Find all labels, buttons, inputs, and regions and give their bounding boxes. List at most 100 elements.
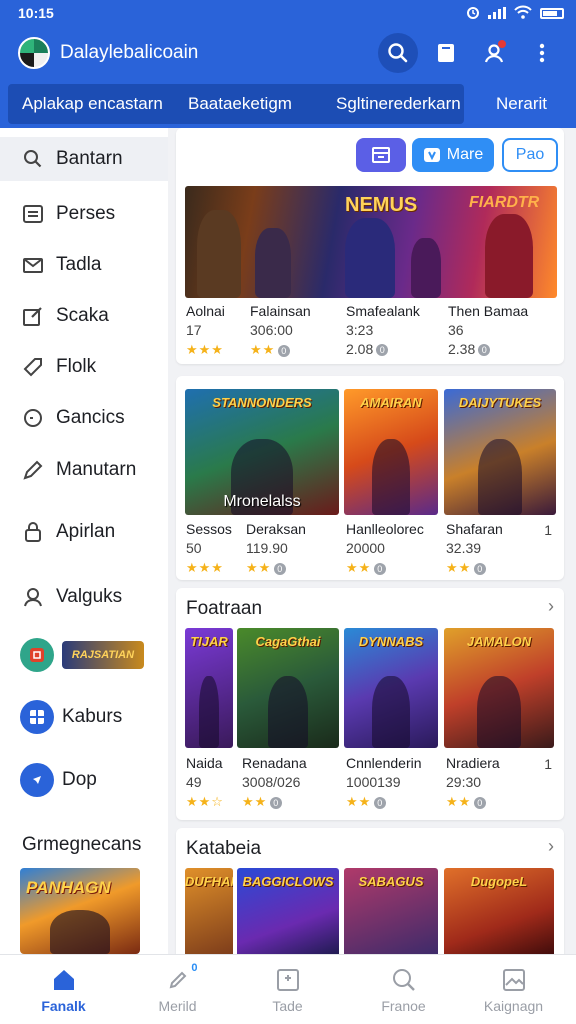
game-thumbnail[interactable]: AMAIRAN: [344, 389, 438, 515]
search-button[interactable]: [378, 33, 418, 73]
game-thumbnail[interactable]: DUFHANS: [185, 868, 233, 954]
game-item[interactable]: Aolnai 17 ★★★: [186, 302, 225, 359]
nav-merild[interactable]: 0 Merild: [120, 955, 235, 1024]
game-item[interactable]: Smafealank 3:23 2.08 0: [346, 302, 420, 359]
tab-2[interactable]: Baataeketigm: [188, 84, 292, 124]
grid-view-button[interactable]: [356, 138, 406, 172]
character-art: [477, 676, 521, 748]
chevron-right-icon[interactable]: ›: [548, 836, 554, 857]
game-thumbnail[interactable]: CagaGthai: [237, 628, 339, 748]
item-count: 1: [544, 522, 552, 538]
account-button[interactable]: [474, 33, 514, 73]
games-card: STANNONDERS Mronelalss AMAIRAN DAIJYTUKE…: [176, 376, 564, 580]
person-icon: [20, 584, 46, 610]
character-art: [345, 218, 395, 298]
sidebar-item-label: Kaburs: [62, 706, 123, 727]
rating-stars: ★★★: [186, 560, 224, 575]
more-icon: [539, 43, 545, 63]
game-item[interactable]: Hanlleolorec 20000 ★★ 0: [346, 520, 424, 577]
sidebar-item-1[interactable]: Perses: [0, 192, 168, 236]
game-subtitle: 17: [186, 322, 202, 338]
character-art: [255, 228, 291, 298]
sidebar-item-label: Tadla: [56, 254, 102, 275]
pao-button[interactable]: Pao: [502, 138, 558, 172]
game-subtitle: 36: [448, 322, 464, 338]
game-thumbnail[interactable]: DYNNABS: [344, 628, 438, 748]
thumbnail-caption: Mronelalss: [223, 493, 301, 510]
thumbnail-title: JAMALON: [466, 634, 532, 649]
rating-stars: ★★ 0: [446, 558, 503, 577]
clock-icon: [20, 405, 46, 431]
game-thumbnail[interactable]: DugopeL: [444, 868, 554, 954]
game-item[interactable]: Shafaran 32.39 ★★ 0: [446, 520, 503, 577]
game-thumbnail[interactable]: DAIJYTUKES: [444, 389, 556, 515]
sidebar-game-thumbnail[interactable]: PANHAGN: [20, 868, 140, 954]
game-item[interactable]: Deraksan 119.90 ★★ 0: [246, 520, 306, 577]
nav-search[interactable]: Franoe: [346, 955, 461, 1024]
rating-stars: ★★★: [186, 342, 224, 357]
avatar[interactable]: [18, 37, 50, 69]
game-subtitle: 32.39: [446, 540, 482, 556]
nav-home[interactable]: Fanalk: [6, 955, 121, 1024]
rating-stars: ★★ 0: [346, 558, 424, 577]
tab-3[interactable]: Sgltinerederkarn: [336, 84, 461, 124]
game-thumbnail[interactable]: SABAGUS: [344, 868, 438, 954]
nav-label: Merild: [158, 998, 197, 1014]
sidebar-item-4[interactable]: Flolk: [0, 345, 168, 389]
more-button[interactable]: [522, 33, 562, 73]
sidebar-promo[interactable]: RAJSATIAN: [0, 633, 168, 677]
nav-label: Fanalk: [41, 998, 86, 1014]
tab-4[interactable]: Nerarit: [496, 84, 547, 124]
status-icons: [466, 5, 564, 22]
game-item[interactable]: Nradiera 29:30 ★★ 0: [446, 754, 500, 811]
hero-banner[interactable]: NEMUS FIARDTR: [185, 186, 557, 298]
main-content: Mare Pao NEMUS FIARDTR Aolnai 17 ★★★ Fal…: [168, 128, 576, 954]
wifi-icon: [514, 5, 532, 22]
game-title: Smafealank: [346, 303, 420, 319]
thumbnail-title: AMAIRAN: [360, 395, 422, 410]
sidebar-item-5[interactable]: Gancics: [0, 396, 168, 440]
game-thumbnail[interactable]: BAGGICLOWS: [237, 868, 339, 954]
rating-stars: ★★☆: [186, 794, 224, 809]
library-button[interactable]: [426, 33, 466, 73]
character-art: [267, 676, 309, 748]
sidebar-item-7[interactable]: Apirlan: [0, 510, 168, 554]
game-item[interactable]: Then Bamaa 36 2.38 0: [448, 302, 528, 359]
game-item[interactable]: Renadana 3008/026 ★★ 0: [242, 754, 307, 811]
game-thumbnail[interactable]: STANNONDERS Mronelalss: [185, 389, 339, 515]
sidebar-item-10[interactable]: Dop: [0, 758, 168, 802]
game-item[interactable]: Sessos 50 ★★★: [186, 520, 232, 577]
game-thumbnail[interactable]: TIJAR: [185, 628, 233, 748]
game-item[interactable]: Cnnlenderin 1000139 ★★ 0: [346, 754, 422, 811]
chevron-right-icon[interactable]: ›: [548, 596, 554, 617]
sidebar-item-8[interactable]: Valguks: [0, 575, 168, 619]
thumbnail-title: BAGGICLOWS: [242, 874, 334, 889]
sidebar-item-2[interactable]: Tadla: [0, 243, 168, 287]
tab-1[interactable]: Aplakap encastarn: [22, 84, 163, 124]
sidebar-item-9[interactable]: Kaburs: [0, 695, 168, 739]
game-thumbnail[interactable]: JAMALON: [444, 628, 554, 748]
nav-tade[interactable]: Tade: [230, 955, 345, 1024]
search-icon: [20, 146, 46, 172]
tab-strip: Aplakap encastarn Baataeketigm Sgltinere…: [0, 80, 576, 128]
thumbnail-title: DugopeL: [470, 874, 528, 889]
game-item[interactable]: Falainsan 306:00 ★★ 0: [250, 302, 311, 359]
more-button[interactable]: Mare: [412, 138, 494, 172]
game-title: Then Bamaa: [448, 303, 529, 319]
nav-label: Kaignagn: [483, 998, 544, 1014]
game-subtitle: 306:00: [250, 322, 293, 338]
book-icon: [438, 44, 454, 62]
rating-stars: ★★ 0: [346, 792, 422, 811]
featured-card: Mare Pao NEMUS FIARDTR Aolnai 17 ★★★ Fal…: [176, 128, 564, 364]
nav-gallery[interactable]: Kaignagn: [456, 955, 571, 1024]
edit-icon: [20, 303, 46, 329]
sidebar-item-0[interactable]: Bantarn: [0, 137, 168, 181]
game-title: Naida: [186, 755, 223, 771]
thumbnail-title: SABAGUS: [358, 874, 424, 889]
sidebar-item-3[interactable]: Scaka: [0, 294, 168, 338]
status-time: 10:15: [18, 5, 54, 21]
sidebar-item-6[interactable]: Manutarn: [0, 448, 168, 492]
game-title: Falainsan: [250, 303, 311, 319]
lock-icon: [20, 519, 46, 545]
game-item[interactable]: Naida 49 ★★☆: [186, 754, 224, 811]
